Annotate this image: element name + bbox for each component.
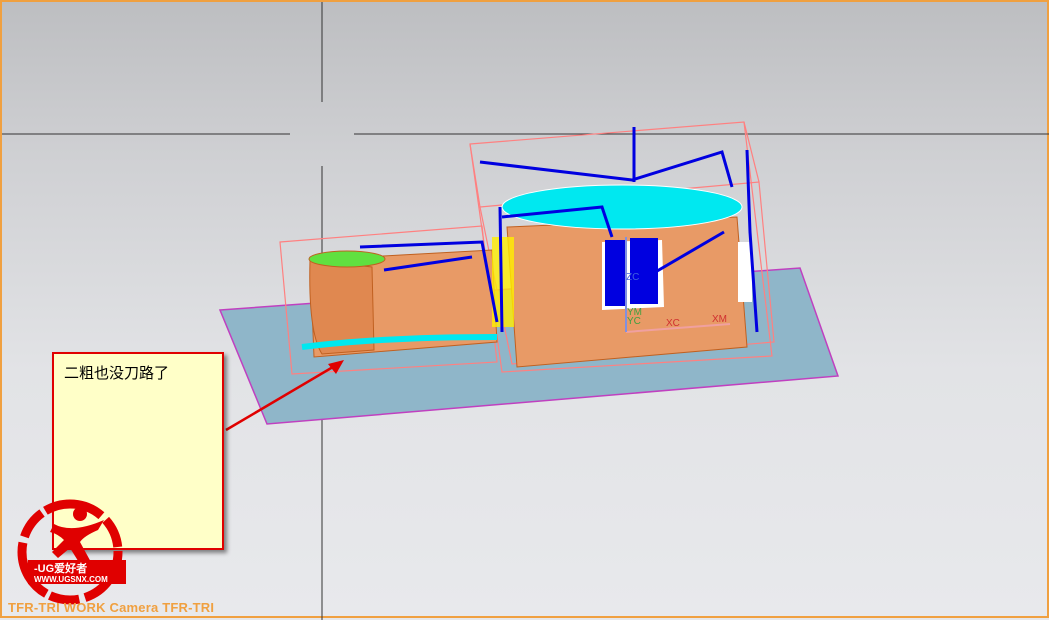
graphics-viewport[interactable]: ZC YM YC XC XM 二粗也没刀路了 -UG爱好者 WWW.UGSNX.… (0, 0, 1049, 620)
part-right-body[interactable] (492, 184, 752, 368)
svg-text:WWW.UGSNX.COM: WWW.UGSNX.COM (34, 575, 108, 584)
xm-axis-label: XM (712, 314, 727, 325)
view-status-label: TFR-TRI WORK Camera TFR-TRI (8, 600, 215, 615)
note-text: 二粗也没刀路了 (64, 365, 170, 382)
zc-axis-label: ZC (626, 272, 639, 283)
svg-text:-UG爱好者: -UG爱好者 (34, 561, 87, 575)
part-left-body[interactable] (301, 249, 498, 358)
xc-axis-label: XC (666, 318, 680, 329)
yc-axis-label: YC (627, 316, 641, 327)
watermark-logo: -UG爱好者 WWW.UGSNX.COM (17, 499, 126, 605)
